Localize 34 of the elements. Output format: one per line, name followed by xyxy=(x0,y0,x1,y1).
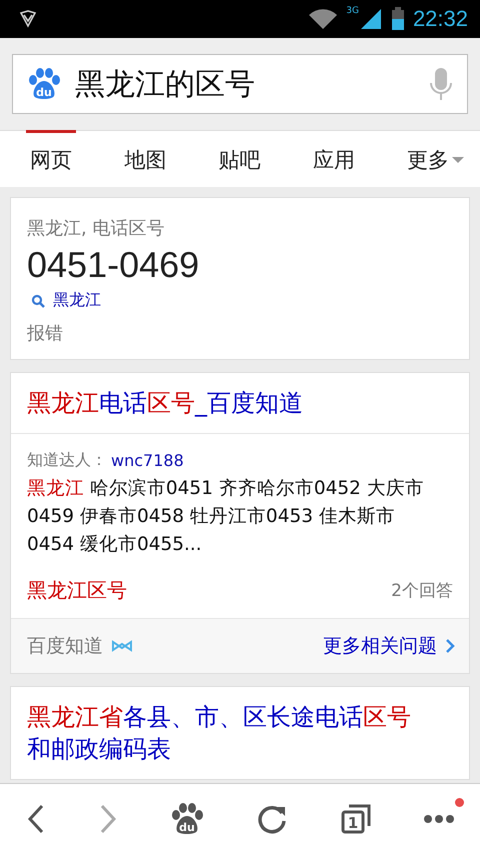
area-code: 0451-0469 xyxy=(27,244,200,286)
related-question[interactable]: 黑龙江区号 xyxy=(27,577,127,604)
tab[interactable]: 贴吧 xyxy=(214,130,264,187)
result-title[interactable]: 黑龙江电话区号_百度知道 xyxy=(11,373,469,433)
tab[interactable]: 应用 xyxy=(308,130,359,187)
search-icon xyxy=(31,294,45,308)
answer-subtitle: 黑龙江, 电话区号 xyxy=(27,217,166,240)
more-questions-link[interactable]: 更多相关问题 xyxy=(323,633,455,659)
tab[interactable]: 地图 xyxy=(120,130,170,187)
expert-label: 知道达人： xyxy=(27,450,107,471)
expert-link[interactable]: wnc7188 xyxy=(111,451,184,470)
source-label: 百度知道 xyxy=(27,634,103,659)
search-field[interactable]: du 黑龙江的区号 xyxy=(12,54,468,114)
report-error-link[interactable]: 报错 xyxy=(27,321,453,345)
tab[interactable]: 网页 xyxy=(26,130,76,187)
chevron-right-icon xyxy=(98,804,118,834)
wifi-icon xyxy=(308,8,338,30)
result-title[interactable]: 黑龙江省各县、市、区长途电话区号 和邮政编码表 xyxy=(11,687,469,779)
network-type: 3G xyxy=(346,6,359,16)
answer-count: 2个回答 xyxy=(391,580,453,602)
refresh-icon xyxy=(256,803,288,835)
chevron-left-icon xyxy=(26,804,46,834)
tabs-button[interactable]: 1 xyxy=(334,797,378,841)
search-link[interactable]: 黑龙江 xyxy=(53,290,101,311)
result-snippet: 黑龙江 哈尔滨市0451 齐齐哈尔市0452 大庆市0459 伊春市0458 牡丹江市0453 佳木斯市0454 缓化市0455... xyxy=(27,477,425,557)
battery-icon xyxy=(390,7,405,31)
shield-icon xyxy=(18,9,38,29)
home-button[interactable]: du xyxy=(164,796,210,842)
clock: 22:32 xyxy=(412,6,468,32)
signal-icon xyxy=(358,7,383,31)
chevron-right-icon xyxy=(445,638,455,654)
bow-icon xyxy=(111,640,133,652)
tab[interactable]: 更多 xyxy=(403,130,468,187)
more-dots-icon xyxy=(424,814,454,824)
